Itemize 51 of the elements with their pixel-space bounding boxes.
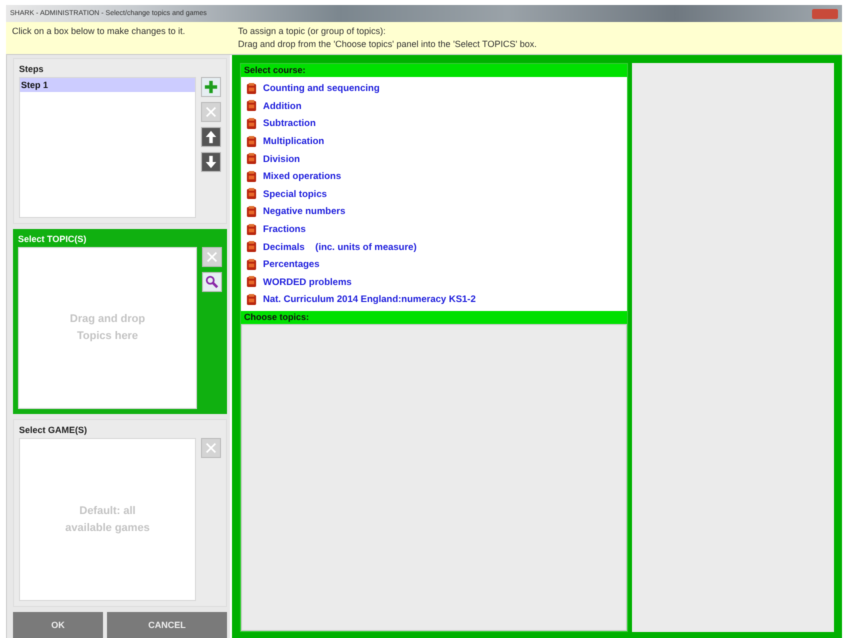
book-icon	[246, 258, 257, 271]
course-link[interactable]: Decimals (inc. units of measure)	[263, 242, 417, 253]
course-link[interactable]: Percentages	[263, 259, 320, 270]
course-link[interactable]: Negative numbers	[263, 206, 346, 218]
course-link[interactable]: Division	[263, 154, 300, 165]
down-button[interactable]	[201, 152, 221, 172]
course-link[interactable]: Multiplication	[263, 136, 324, 148]
panel-title: Select TOPIC(S)	[18, 232, 88, 246]
up-button[interactable]	[201, 127, 221, 147]
book-icon	[246, 153, 257, 166]
book-icon	[246, 118, 257, 130]
cross-icon	[204, 105, 218, 119]
book-icon	[246, 170, 257, 183]
book-icon	[246, 82, 257, 95]
panel-title: Steps	[19, 63, 45, 76]
down-arrow-icon	[204, 155, 218, 169]
course-link[interactable]: Subtraction	[263, 118, 316, 130]
course-link[interactable]: Addition	[263, 100, 302, 112]
add-button[interactable]	[201, 77, 221, 97]
book-icon	[246, 294, 257, 306]
book-icon	[246, 188, 257, 200]
dialog-button[interactable]: OK	[13, 612, 103, 638]
info-text: Drag and drop from the 'Choose topics' panel into the 'Select TOPICS' box.	[238, 38, 537, 51]
close-button[interactable]	[812, 8, 838, 18]
dialog-button[interactable]: CANCEL	[107, 612, 227, 638]
step-item[interactable]: Step 1	[20, 78, 195, 92]
info-text: Click on a box below to make changes to it.	[12, 25, 186, 38]
plus-icon	[204, 80, 218, 94]
course-link[interactable]: Special topics	[263, 188, 327, 200]
drop-hint: Default: all available games	[64, 504, 151, 536]
cross-icon	[204, 441, 218, 456]
book-icon	[246, 276, 257, 288]
panel-title: Select GAME(S)	[19, 424, 88, 438]
book-icon	[246, 224, 257, 236]
course-link[interactable]: WORDED problems	[263, 276, 352, 288]
course-link[interactable]: Counting and sequencing	[263, 83, 380, 94]
search-icon	[205, 274, 219, 289]
drop-hint: Drag and drop Topics here	[68, 312, 146, 344]
book-icon	[246, 206, 257, 218]
info-text: To assign a topic (or group of topics):	[238, 25, 387, 38]
course-link[interactable]: Fractions	[263, 224, 306, 236]
course-link[interactable]: Nat. Curriculum 2014 England:numeracy KS1-2	[263, 294, 476, 306]
book-icon	[246, 100, 257, 112]
search-button[interactable]	[202, 272, 222, 292]
book-icon	[246, 136, 257, 148]
section-header: Choose topics:	[241, 310, 627, 324]
up-arrow-icon	[204, 130, 218, 144]
book-icon	[246, 241, 257, 254]
cross-icon	[205, 250, 219, 264]
course-link[interactable]: Mixed operations	[263, 171, 342, 182]
section-header: Select course:	[241, 64, 627, 77]
